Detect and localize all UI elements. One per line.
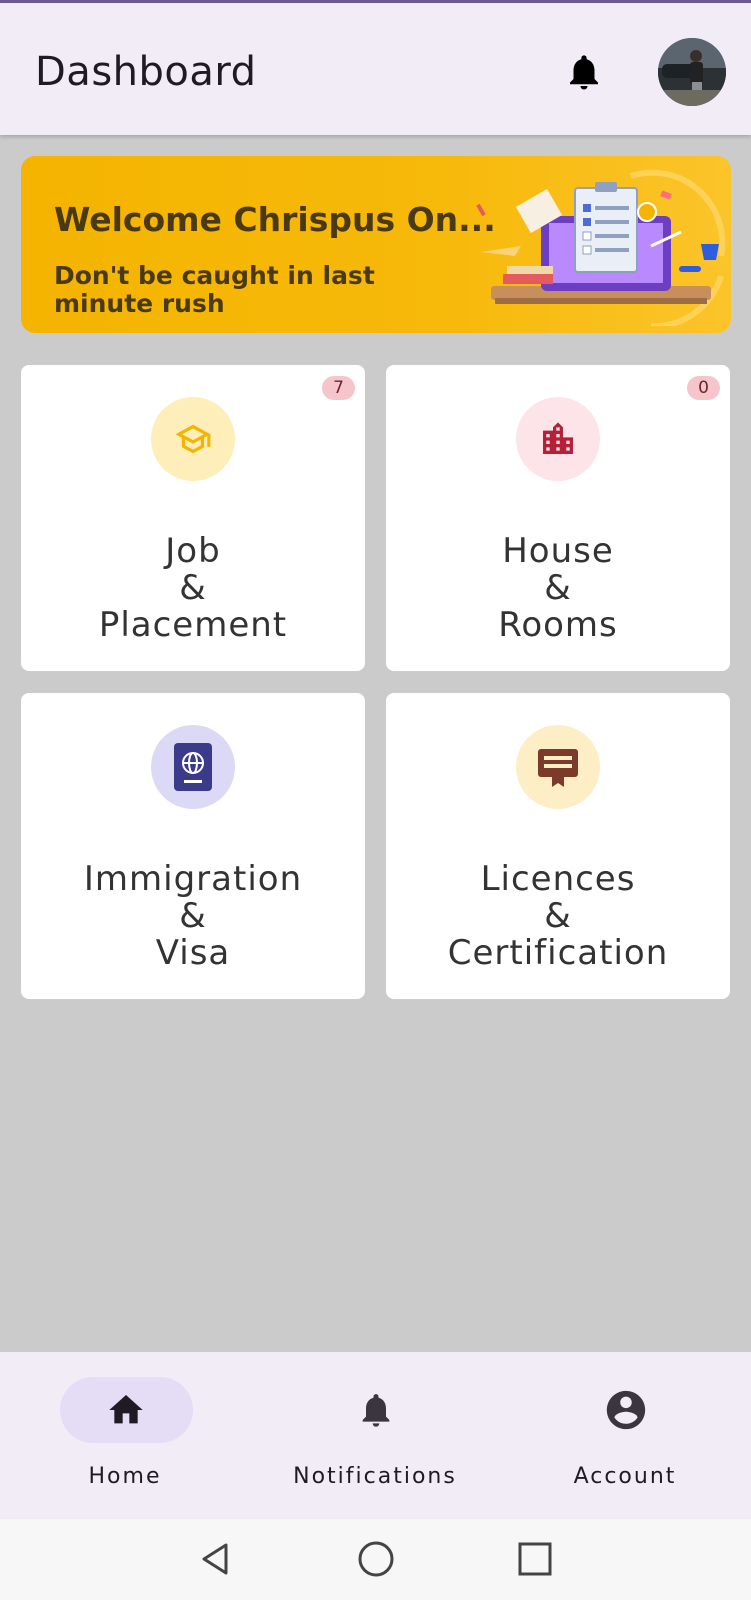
licences-certification-label: Licences & Certification [447, 859, 669, 973]
nav-notifications-label: Notifications [293, 1464, 457, 1489]
page-title: Dashboard [35, 49, 257, 95]
house-icon-circle [516, 397, 600, 481]
recents-icon[interactable] [515, 1539, 555, 1579]
bottom-navigation: Home Notifications Account [0, 1352, 751, 1519]
house-rooms-label: House & Rooms [498, 531, 618, 645]
banner-subtitle: Don't be caught in last minute rush [54, 261, 375, 318]
house-count-badge: 0 [687, 376, 720, 400]
bell-icon[interactable] [563, 50, 605, 94]
immigration-icon-circle [151, 725, 235, 809]
house-rooms-card[interactable]: 0 House & Rooms [386, 365, 730, 671]
job-icon-circle [151, 397, 235, 481]
job-placement-card[interactable]: 7 Job & Placement [21, 365, 365, 671]
home-icon [109, 1395, 143, 1424]
welcome-text: Welcome Chrispus On... [54, 200, 496, 239]
licences-icon-circle [516, 725, 600, 809]
graduation-cap-icon [175, 424, 211, 454]
app-bar: Dashboard [0, 3, 751, 135]
avatar-photo-icon [658, 38, 726, 106]
immigration-visa-label: Immigration & Visa [83, 859, 303, 973]
nav-notifications[interactable]: Notifications [250, 1352, 500, 1519]
home-circle-icon[interactable] [356, 1539, 396, 1579]
immigration-visa-card[interactable]: Immigration & Visa [21, 693, 365, 999]
bell-icon [362, 1394, 390, 1427]
account-circle-icon [606, 1390, 646, 1430]
job-placement-label: Job & Placement [98, 531, 288, 645]
building-icon [543, 422, 573, 454]
nav-home-label: Home [88, 1464, 162, 1489]
job-count-badge: 7 [322, 376, 355, 400]
passport-icon [174, 743, 212, 791]
nav-account-label: Account [573, 1464, 677, 1489]
nav-home[interactable]: Home [0, 1352, 250, 1519]
laptop-checklist-illustration [476, 169, 726, 326]
nav-account[interactable]: Account [500, 1352, 750, 1519]
system-navigation-bar [0, 1519, 751, 1600]
licences-certification-card[interactable]: Licences & Certification [386, 693, 730, 999]
certificate-icon [538, 749, 578, 787]
back-icon[interactable] [196, 1539, 236, 1579]
welcome-banner: Welcome Chrispus On... Don't be caught i… [21, 156, 731, 333]
user-avatar[interactable] [658, 38, 726, 106]
